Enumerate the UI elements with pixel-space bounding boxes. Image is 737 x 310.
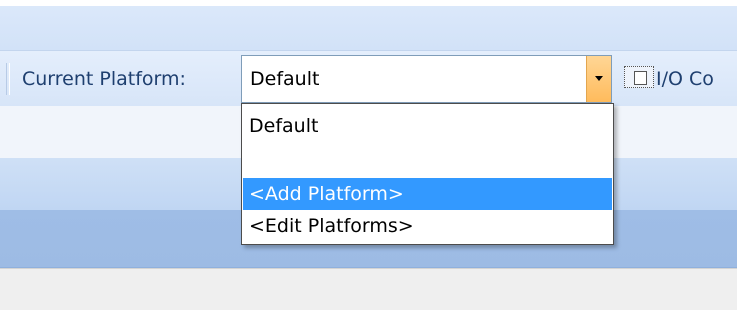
current-platform-label: Current Platform: <box>22 68 186 90</box>
content-area <box>0 268 737 310</box>
platform-option-edit-platforms[interactable]: <Edit Platforms> <box>243 210 612 242</box>
platform-option-default[interactable]: Default <box>243 110 612 142</box>
toolbar-grip[interactable] <box>6 63 10 95</box>
chevron-down-icon[interactable] <box>586 56 611 102</box>
platform-option-blank[interactable] <box>243 142 612 174</box>
io-config-label[interactable]: I/O Co <box>656 63 714 95</box>
ribbon-band <box>0 0 737 50</box>
platform-combobox-value: Default <box>250 68 320 90</box>
platform-combobox[interactable]: Default <box>241 55 612 103</box>
platform-option-add-platform[interactable]: <Add Platform> <box>243 178 612 210</box>
io-config-icon[interactable] <box>624 66 654 88</box>
platform-dropdown-list[interactable]: Default <Add Platform> <Edit Platforms> <box>241 103 614 245</box>
